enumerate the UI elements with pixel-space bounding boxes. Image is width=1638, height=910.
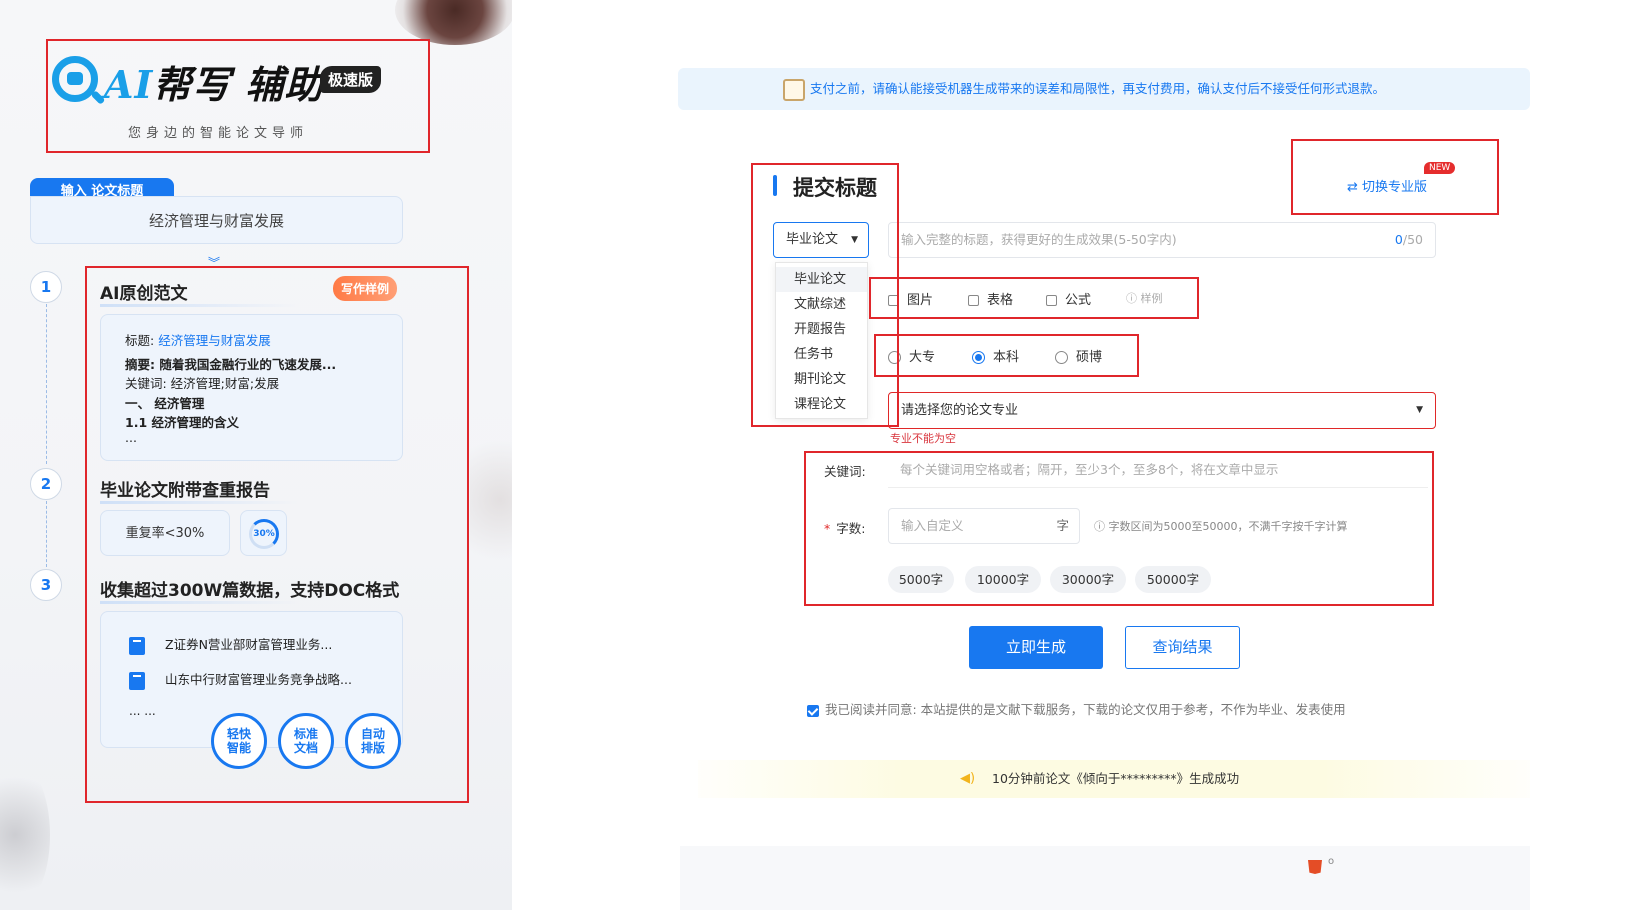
word-count-input[interactable]: 输入自定义字 <box>888 508 1080 544</box>
duplicate-rate-ring-box: 30% <box>240 510 287 556</box>
word-count-preset[interactable]: 5000字 <box>888 566 954 593</box>
promo-panel: AI帮写 辅助 极速版 您身边的智能论文导师 输入 论文标题 经济管理与财富发展… <box>0 0 512 910</box>
dropdown-option[interactable]: 开题报告 <box>776 317 867 342</box>
title-char-counter: 0/50 <box>1394 232 1423 247</box>
radio-master-phd[interactable]: 硕博 <box>1055 346 1102 365</box>
word-count-hint: ⓘ 字数区间为5000至50000，不满千字按千字计算 <box>1094 520 1348 533</box>
paper-type-dropdown: 毕业论文 文献综述 开题报告 任务书 期刊论文 课程论文 <box>775 262 868 419</box>
document-item: 山东中行财富管理业务竞争战略... <box>129 669 352 690</box>
caret-down-icon: ▼ <box>1416 405 1423 415</box>
new-badge: NEW <box>1424 162 1456 174</box>
checkbox-image[interactable]: 图片 <box>888 289 933 308</box>
speed-edition-badge: 极速版 <box>320 66 382 93</box>
word-count-preset[interactable]: 30000字 <box>1050 566 1126 593</box>
word-count-preset[interactable]: 50000字 <box>1135 566 1211 593</box>
radio-bachelor[interactable]: 本科 <box>972 346 1019 365</box>
step-number: 3 <box>30 569 62 601</box>
dropdown-option[interactable]: 期刊论文 <box>776 367 867 392</box>
feature-circle-fast: 轻快 智能 <box>211 713 267 769</box>
paper-title-input[interactable]: 输入完整的标题，获得更好的生成效果(5-50字内) 0/50 <box>888 222 1436 258</box>
sample-ellipsis: ... <box>125 429 137 445</box>
logo-subtitle: 您身边的智能论文导师 <box>128 126 309 141</box>
feature-circle-standard: 标准 文档 <box>278 713 334 769</box>
dropdown-option[interactable]: 毕业论文 <box>776 267 867 292</box>
generation-ticker: ◀) 10分钟前论文《倾向于*********》生成成功 <box>698 760 1530 798</box>
dropdown-option[interactable]: 课程论文 <box>776 392 867 417</box>
feature-circle-layout: 自动 排版 <box>345 713 401 769</box>
more-ellipsis: ... ... <box>129 704 156 718</box>
document-icon <box>129 636 145 655</box>
footer-text: o <box>1328 856 1335 867</box>
paper-title-display: 经济管理与财富发展 <box>30 196 403 244</box>
section-title: 毕业论文附带查重报告 <box>100 476 300 504</box>
switch-pro-button[interactable]: ⇄ 切换专业版 <box>1347 176 1427 195</box>
chevron-down-icon: ︾ <box>208 256 221 270</box>
duplicate-rate-ring: 30% <box>249 519 279 549</box>
section-title: AI原创范文 <box>100 279 300 307</box>
keywords-input[interactable]: 每个关键词用空格或者；隔开，至少3个，至多8个，将在文章中显示 <box>888 451 1428 488</box>
major-select[interactable]: 请选择您的论文专业 ▼ <box>888 392 1436 429</box>
word-count-preset[interactable]: 10000字 <box>965 566 1041 593</box>
sample-link[interactable]: ⓘ 样例 <box>1126 290 1163 306</box>
title-accent-bar <box>773 175 777 196</box>
dropdown-option[interactable]: 文献综述 <box>776 292 867 317</box>
sample-essay-card: 标题: 经济管理与财富发展 摘要: 随着我国金融行业的飞速发展... 关键词: … <box>100 314 403 461</box>
step-connector <box>46 501 47 567</box>
dropdown-option[interactable]: 任务书 <box>776 342 867 367</box>
html5-icon <box>1308 860 1322 874</box>
step-number: 2 <box>30 468 62 500</box>
decorative-blob <box>0 760 50 910</box>
search-robot-logo-icon <box>52 56 98 102</box>
step-number: 1 <box>30 271 62 303</box>
section-title: 收集超过300W篇数据，支持DOC格式 <box>100 576 399 604</box>
major-error-text: 专业不能为空 <box>890 432 956 445</box>
checkbox-formula[interactable]: 公式 <box>1046 289 1091 308</box>
generate-button[interactable]: 立即生成 <box>969 626 1103 669</box>
document-icon <box>129 671 145 690</box>
footer-strip: o <box>680 846 1530 910</box>
checkbox-table[interactable]: 表格 <box>968 289 1013 308</box>
payment-notice: 支付之前，请确认能接受机器生成带来的误差和局限性，再支付费用，确认支付后不接受任… <box>678 68 1530 110</box>
sample-heading: 一、 经济管理 <box>125 395 205 411</box>
caret-down-icon: ▼ <box>851 235 858 245</box>
writing-sample-badge[interactable]: 写作样例 <box>333 276 398 301</box>
logo-title: AI帮写 辅助 <box>104 62 324 107</box>
decorative-blob <box>470 420 512 580</box>
notice-scroll-icon <box>783 79 805 101</box>
radio-junior-college[interactable]: 大专 <box>888 346 935 365</box>
sample-keywords: 关键词: 经济管理;财富;发展 <box>125 376 280 391</box>
sample-abstract: 摘要: 随着我国金融行业的飞速发展... <box>125 356 337 372</box>
query-result-button[interactable]: 查询结果 <box>1125 626 1240 669</box>
keywords-label: 关键词: <box>824 464 866 479</box>
duplicate-rate-pill: 重复率<30% <box>100 510 230 556</box>
sample-title-line: 标题: 经济管理与财富发展 <box>125 333 271 348</box>
document-item: Z证券N营业部财富管理业务... <box>129 634 332 655</box>
speaker-icon: ◀) <box>960 771 976 786</box>
paper-type-select[interactable]: 毕业论文 ▼ <box>773 222 869 258</box>
word-count-label: * 字数: <box>824 521 866 536</box>
form-panel: 支付之前，请确认能接受机器生成带来的误差和局限性，再支付费用，确认支付后不接受任… <box>512 0 1638 910</box>
step-connector <box>46 304 47 464</box>
form-title: 提交标题 <box>793 176 877 200</box>
sample-subheading: 1.1 经济管理的含义 <box>125 415 239 430</box>
decorative-blob <box>395 0 512 45</box>
agreement-checkbox[interactable]: 我已阅读并同意: 本站提供的是文献下载服务，下载的论文仅用于参考，不作为毕业、发… <box>807 699 1346 718</box>
